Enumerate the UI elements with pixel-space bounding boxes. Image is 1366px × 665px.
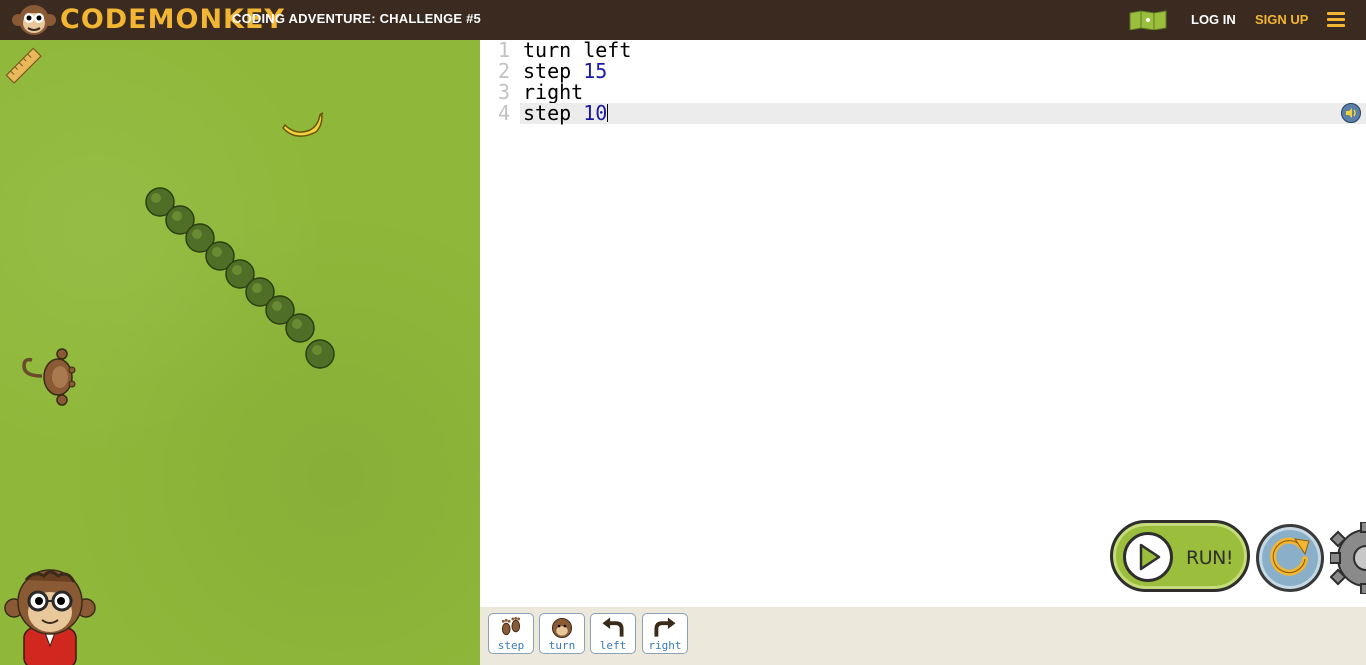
tool-label: left <box>599 639 627 652</box>
challenge-title: CODING ADVENTURE: CHALLENGE #5 <box>232 11 481 26</box>
code-text: right <box>523 80 584 104</box>
monkey-avatar <box>4 569 96 665</box>
monkey-player <box>22 348 76 406</box>
text-cursor <box>607 104 609 122</box>
code-text: turn left <box>523 38 632 62</box>
line-number: 2 <box>497 59 510 83</box>
game-stage[interactable] <box>0 40 480 665</box>
tool-label: step <box>497 639 525 652</box>
ruler-icon[interactable] <box>3 45 45 87</box>
code-line[interactable]: 3 right <box>480 82 1366 103</box>
hamburger-menu-icon[interactable] <box>1327 12 1345 28</box>
line-number: 1 <box>497 38 510 62</box>
banana-icon <box>282 112 324 137</box>
code-line[interactable]: 2 step 15 <box>480 61 1366 82</box>
command-toolbar: step turn left right <box>480 607 1366 665</box>
bush-obstacle <box>145 187 335 369</box>
run-button[interactable]: RUN! <box>1110 520 1250 592</box>
play-icon <box>1123 532 1173 582</box>
monkey-logo-icon <box>12 5 56 35</box>
arrow-left-turn-icon <box>602 617 624 637</box>
speaker-icon[interactable] <box>1341 103 1361 123</box>
code-line[interactable]: 4 step 10 <box>480 103 1366 124</box>
left-command-button[interactable]: left <box>590 613 636 654</box>
tool-label: right <box>648 639 682 652</box>
monkey-head-icon <box>551 617 573 639</box>
line-number: 4 <box>497 101 510 125</box>
code-editor[interactable]: 1 turn left 2 step 15 3 right 4 step 10 <box>480 40 1366 607</box>
reset-icon <box>1270 537 1310 576</box>
turn-command-button[interactable]: turn <box>539 613 585 654</box>
code-text: step 10 <box>523 101 609 125</box>
map-icon[interactable] <box>1129 10 1167 34</box>
code-text: step 15 <box>523 59 608 83</box>
login-link[interactable]: LOG IN <box>1191 12 1236 27</box>
reset-button[interactable] <box>1256 524 1324 592</box>
top-navigation-bar: CODEMONKEY CODING ADVENTURE: CHALLENGE #… <box>0 0 1366 40</box>
signup-link[interactable]: SIGN UP <box>1255 12 1308 27</box>
line-number: 3 <box>497 80 510 104</box>
number-literal: 15 <box>583 59 608 83</box>
code-line[interactable]: 1 turn left <box>480 40 1366 61</box>
settings-gear-icon[interactable] <box>1330 522 1366 594</box>
step-command-button[interactable]: step <box>488 613 534 654</box>
run-label: RUN! <box>1186 547 1233 569</box>
arrow-right-turn-icon <box>654 617 676 637</box>
footprints-icon <box>501 617 521 636</box>
right-command-button[interactable]: right <box>642 613 688 654</box>
number-literal: 10 <box>583 101 608 125</box>
tool-label: turn <box>548 639 576 652</box>
